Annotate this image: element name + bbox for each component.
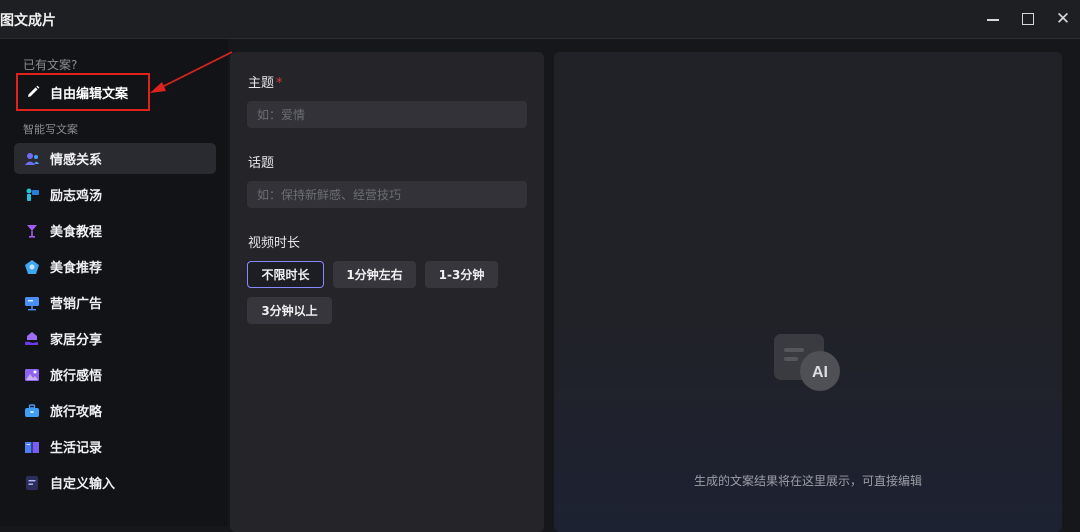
existing-copy-section-label: 已有文案? [23, 58, 78, 72]
sidebar-item-food-recommendation[interactable]: 美食推荐 [14, 251, 216, 282]
sidebar-item-travel-reflections[interactable]: 旅行感悟 [14, 359, 216, 390]
landscape-icon [24, 367, 40, 383]
sidebar-item-cooking-tutorial[interactable]: 美食教程 [14, 215, 216, 246]
window-title: 图文成片 [0, 13, 56, 29]
sidebar-item-custom-input[interactable]: 自定义输入 [14, 467, 216, 498]
document-icon [24, 475, 40, 491]
red-arrow-annotation [150, 51, 233, 93]
sidebar-item-label: 旅行攻略 [50, 405, 103, 420]
sidebar-item-label: 励志鸡汤 [50, 189, 103, 204]
sidebar-item-label: 美食推荐 [50, 261, 103, 276]
result-placeholder-text: 生成的文案结果将在这里展示，可直接编辑 [693, 474, 922, 488]
required-mark: * [276, 76, 283, 91]
sidebar-item-travel-guide[interactable]: 旅行攻略 [14, 395, 216, 426]
teacher-icon [24, 187, 40, 203]
manual-edit-button[interactable]: 自由编辑文案 [16, 73, 150, 111]
manual-edit-label: 自由编辑文案 [50, 86, 129, 102]
sidebar-item-label: 美食教程 [50, 225, 103, 240]
billboard-icon [24, 295, 40, 311]
duration-option-1-3min[interactable]: 1-3分钟 [425, 261, 498, 288]
maximize-icon [1022, 13, 1034, 25]
close-icon: ✕ [1055, 9, 1071, 29]
minimize-button[interactable] [982, 8, 1004, 30]
sidebar-item-label: 生活记录 [50, 441, 103, 456]
duration-option-about-1min[interactable]: 1分钟左右 [333, 261, 416, 288]
sidebar-item-motivation[interactable]: 励志鸡汤 [14, 179, 216, 210]
subject-label: 话题 [248, 156, 275, 171]
book-icon [24, 439, 40, 455]
sidebar-item-emotional-relationship[interactable]: 情感关系 [14, 143, 216, 174]
sidebar-item-life-record[interactable]: 生活记录 [14, 431, 216, 462]
close-button[interactable]: ✕ [1052, 8, 1074, 30]
hand-house-icon [24, 331, 40, 347]
duration-option-unlimited[interactable]: 不限时长 [247, 261, 324, 288]
smart-copy-section-label: 智能写文案 [23, 123, 78, 136]
wine-glass-icon [24, 223, 40, 239]
sidebar-item-label: 营销广告 [50, 297, 103, 312]
suitcase-icon [24, 403, 40, 419]
people-icon [24, 151, 40, 167]
sidebar-item-label: 情感关系 [50, 153, 103, 168]
topic-input[interactable] [247, 101, 527, 128]
form-panel: 主题* 话题 视频时长 不限时长 1分钟左右 1-3分钟 3分钟以上 [230, 52, 544, 532]
subject-input[interactable] [247, 181, 527, 208]
sidebar-item-home-sharing[interactable]: 家居分享 [14, 323, 216, 354]
topic-label: 主题 * [248, 76, 283, 91]
pencil-icon [26, 85, 40, 99]
sidebar-item-marketing-ad[interactable]: 营销广告 [14, 287, 216, 318]
result-panel: AI 生成的文案结果将在这里展示，可直接编辑 [554, 52, 1062, 532]
ai-document-icon: AI [774, 334, 840, 391]
food-plate-icon [24, 259, 40, 275]
sidebar-item-label: 家居分享 [50, 333, 103, 348]
duration-label: 视频时长 [248, 236, 301, 251]
maximize-button[interactable] [1017, 8, 1039, 30]
ai-badge-text: AI [812, 364, 828, 381]
sidebar-item-label: 旅行感悟 [50, 369, 103, 384]
minimize-icon [987, 19, 999, 21]
title-bar: 图文成片 ✕ [0, 0, 1080, 39]
duration-option-over-3min[interactable]: 3分钟以上 [247, 297, 332, 324]
sidebar-item-label: 自定义输入 [50, 477, 116, 492]
